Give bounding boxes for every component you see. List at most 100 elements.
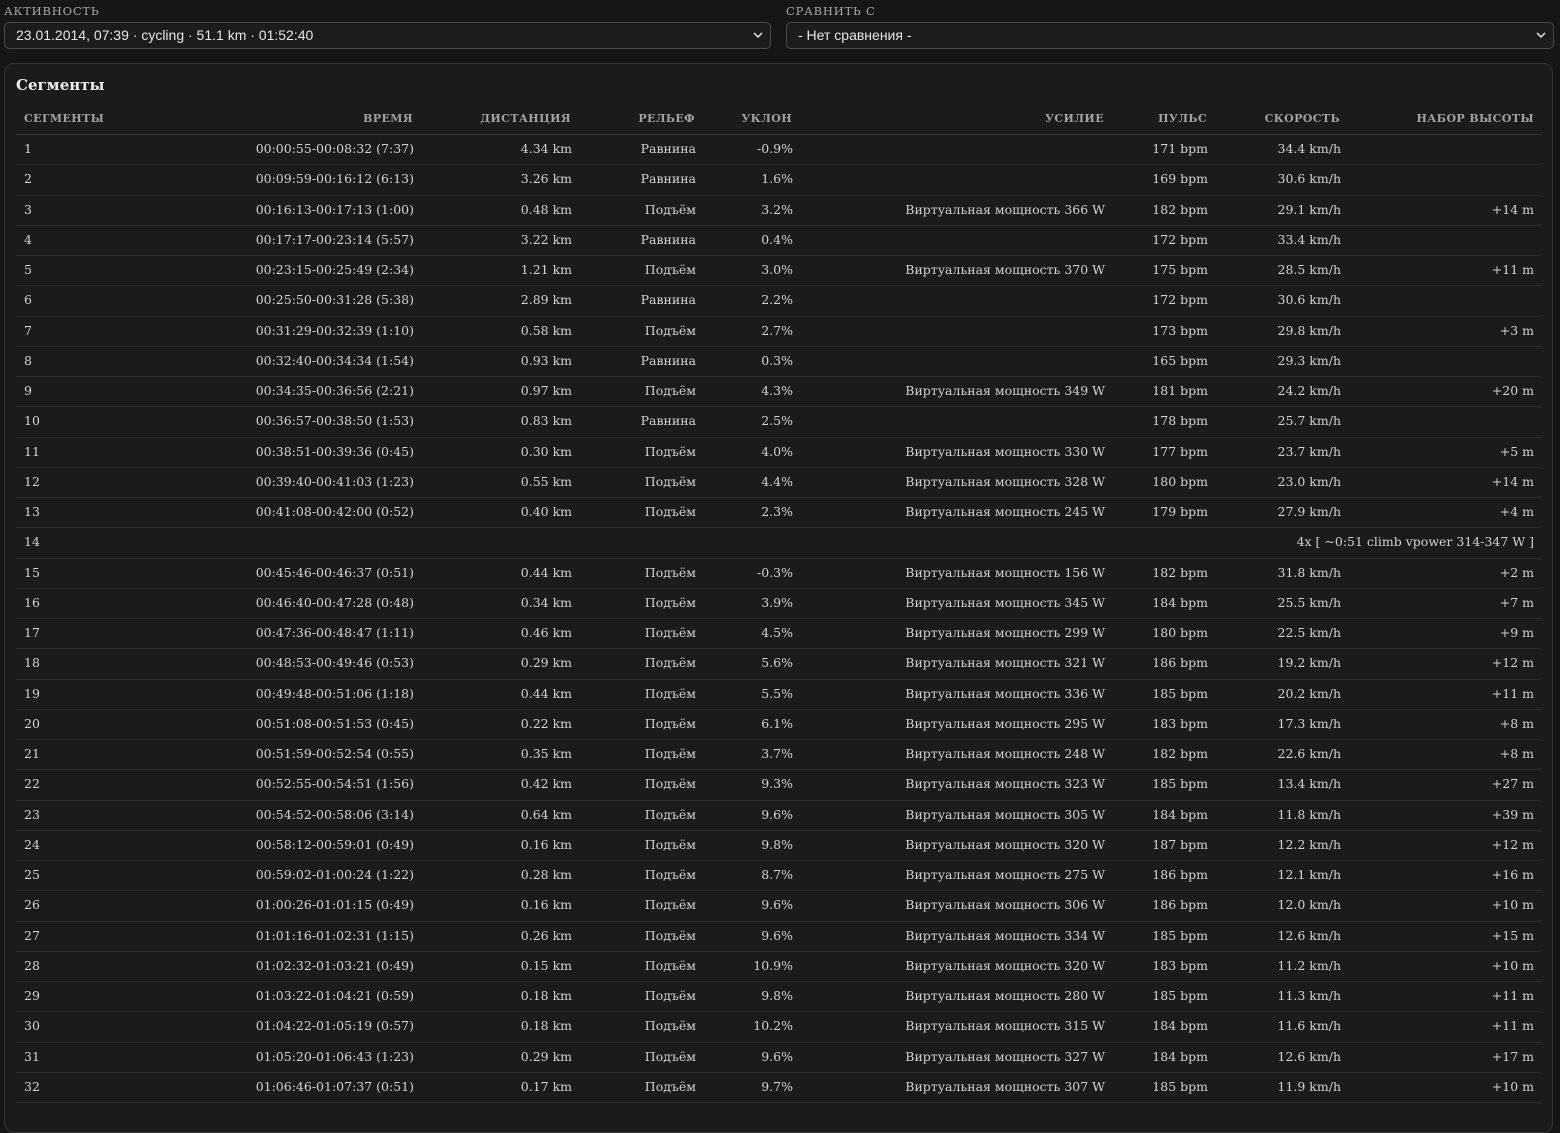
cell-elevation-gain: +10 m	[1491, 897, 1534, 913]
cell-grade: 3.2%	[761, 201, 793, 217]
cell-speed: 20.2 km/h	[1277, 685, 1342, 701]
top-bar: АКТИВНОСТЬ 23.01.2014, 07:39 · cycling ·…	[0, 0, 1560, 60]
cell-speed: 23.0 km/h	[1277, 473, 1342, 489]
cell-elevation-gain: +2 m	[1499, 564, 1534, 580]
cell-time: 00:41:08-00:42:00 (0:52)	[255, 504, 414, 519]
cell-effort: Виртуальная мощность 323 W	[905, 776, 1105, 792]
cell-heart-rate: 186 bpm	[1152, 867, 1208, 882]
cell-terrain: Подъём	[644, 1078, 696, 1094]
cell-terrain: Подъём	[644, 504, 696, 519]
table-row[interactable]: 16 00:46:40-00:47:28 (0:48) 0.34 km Подъём 3…	[16, 589, 1542, 619]
cell-heart-rate: 171 bpm	[1152, 141, 1208, 156]
cell-terrain: Подъём	[644, 1018, 696, 1034]
cell-terrain: Подъём	[644, 806, 696, 822]
table-row[interactable]: 20 00:51:08-00:51:53 (0:45) 0.22 km Подъём 6…	[16, 710, 1542, 740]
table-row[interactable]: 14 4x [ ~0:51 climb vpower 314-347 W ]	[16, 528, 1542, 559]
table-row[interactable]: 25 00:59:02-01:00:24 (1:22) 0.28 km Подъём 8…	[16, 861, 1542, 892]
cell-terrain: Равнина	[640, 141, 696, 156]
cell-elevation-gain: +9 m	[1499, 625, 1534, 640]
table-row[interactable]: 30 01:04:22-01:05:19 (0:57) 0.18 km Подъём 1…	[16, 1012, 1542, 1043]
cell-grade: 4.4%	[761, 473, 793, 489]
table-row[interactable]: 22 00:52:55-00:54:51 (1:56) 0.42 km Подъём 9…	[16, 770, 1542, 801]
cell-distance: 0.30 km	[520, 443, 572, 459]
cell-grade: 10.9%	[753, 957, 793, 973]
cell-effort: Виртуальная мощность 366 W	[905, 201, 1105, 217]
cell-heart-rate: 172 bpm	[1152, 231, 1208, 247]
cell-grade: 9.6%	[761, 806, 793, 822]
table-row[interactable]: 12 00:39:40-00:41:03 (1:23) 0.55 km Подъём 4…	[16, 468, 1542, 498]
cell-speed: 24.2 km/h	[1277, 383, 1342, 398]
cell-terrain: Подъём	[644, 988, 696, 1003]
compare-select[interactable]: - Нет сравнения -	[786, 22, 1554, 49]
cell-grade: 1.6%	[761, 171, 793, 187]
activity-select[interactable]: 23.01.2014, 07:39 · cycling · 51.1 km · …	[4, 22, 771, 49]
cell-segment-number: 29	[24, 988, 40, 1003]
table-row[interactable]: 21 00:51:59-00:52:54 (0:55) 0.35 km Подъём 3…	[16, 740, 1542, 771]
col-header-distance: ДИСТАНЦИЯ	[480, 112, 571, 125]
table-row[interactable]: 27 01:01:16-01:02:31 (1:15) 0.26 km Подъём 9…	[16, 922, 1542, 952]
cell-terrain: Подъём	[644, 776, 696, 792]
cell-elevation-gain: +3 m	[1499, 322, 1534, 338]
cell-distance: 0.93 km	[520, 352, 572, 368]
cell-time: 00:45:46-00:46:37 (0:51)	[255, 564, 414, 580]
cell-terrain: Подъём	[644, 927, 696, 943]
cell-effort: Виртуальная мощность 315 W	[905, 1018, 1105, 1034]
cell-terrain: Подъём	[644, 564, 696, 580]
table-row[interactable]: 1 00:00:55-00:08:32 (7:37) 4.34 km Равнина -…	[16, 135, 1542, 166]
cell-speed: 11.2 km/h	[1277, 957, 1342, 973]
cell-speed: 33.4 km/h	[1277, 231, 1342, 247]
cell-terrain: Подъём	[644, 625, 696, 640]
cell-terrain: Подъём	[644, 201, 696, 217]
table-row[interactable]: 17 00:47:36-00:48:47 (1:11) 0.46 km Подъём 4…	[16, 619, 1542, 650]
cell-speed: 13.4 km/h	[1277, 776, 1342, 792]
table-row[interactable]: 6 00:25:50-00:31:28 (5:38) 2.89 km Равнина 2…	[16, 286, 1542, 317]
table-row[interactable]: 23 00:54:52-00:58:06 (3:14) 0.64 km Подъём 9…	[16, 801, 1542, 831]
table-row[interactable]: 4 00:17:17-00:23:14 (5:57) 3.22 km Равнина 0…	[16, 226, 1542, 256]
cell-time: 01:03:22-01:04:21 (0:59)	[255, 988, 414, 1003]
table-row[interactable]: 3 00:16:13-00:17:13 (1:00) 0.48 km Подъём 3.…	[16, 196, 1542, 226]
table-row[interactable]: 28 01:02:32-01:03:21 (0:49) 0.15 km Подъём 1…	[16, 952, 1542, 982]
cell-effort: Виртуальная мощность 307 W	[905, 1078, 1105, 1094]
table-row[interactable]: 7 00:31:29-00:32:39 (1:10) 0.58 km Подъём 2.…	[16, 317, 1542, 347]
table-row[interactable]: 29 01:03:22-01:04:21 (0:59) 0.18 km Подъём 9…	[16, 982, 1542, 1013]
table-row[interactable]: 32 01:06:46-01:07:37 (0:51) 0.17 km Подъём 9…	[16, 1073, 1542, 1103]
table-row[interactable]: 18 00:48:53-00:49:46 (0:53) 0.29 km Подъём 5…	[16, 649, 1542, 680]
cell-elevation-gain: +8 m	[1499, 746, 1534, 761]
table-row[interactable]: 31 01:05:20-01:06:43 (1:23) 0.29 km Подъём 9…	[16, 1043, 1542, 1073]
table-row[interactable]: 11 00:38:51-00:39:36 (0:45) 0.30 km Подъём 4…	[16, 438, 1542, 468]
cell-time: 01:02:32-01:03:21 (0:49)	[255, 957, 414, 973]
cell-time: 00:00:55-00:08:32 (7:37)	[255, 141, 414, 156]
cell-segment-number: 19	[24, 685, 40, 701]
table-row[interactable]: 5 00:23:15-00:25:49 (2:34) 1.21 km Подъём 3.…	[16, 256, 1542, 287]
table-row[interactable]: 15 00:45:46-00:46:37 (0:51) 0.44 km Подъём -…	[16, 559, 1542, 589]
table-row[interactable]: 19 00:49:48-00:51:06 (1:18) 0.44 km Подъём 5…	[16, 680, 1542, 710]
cell-time: 00:31:29-00:32:39 (1:10)	[255, 322, 414, 338]
cell-elevation-gain: +16 m	[1491, 867, 1534, 882]
cell-segment-number: 6	[24, 292, 32, 308]
cell-distance: 0.40 km	[520, 504, 572, 519]
cell-elevation-gain: +12 m	[1491, 655, 1534, 671]
cell-speed: 12.1 km/h	[1277, 867, 1342, 882]
cell-elevation-gain: +11 m	[1491, 1018, 1534, 1034]
cell-segment-number: 7	[24, 322, 32, 338]
cell-distance: 0.83 km	[520, 413, 572, 429]
cell-segment-number: 25	[24, 867, 40, 882]
cell-heart-rate: 185 bpm	[1152, 685, 1208, 701]
table-row[interactable]: 26 01:00:26-01:01:15 (0:49) 0.16 km Подъём 9…	[16, 891, 1542, 922]
segments-title: Сегменты	[16, 76, 105, 94]
cell-distance: 0.29 km	[520, 655, 572, 671]
cell-time: 00:47:36-00:48:47 (1:11)	[255, 625, 414, 640]
cell-time: 00:23:15-00:25:49 (2:34)	[255, 262, 414, 277]
cell-distance: 1.21 km	[520, 262, 572, 277]
table-row[interactable]: 10 00:36:57-00:38:50 (1:53) 0.83 km Равнина…	[16, 407, 1542, 438]
cell-terrain: Равнина	[640, 292, 696, 308]
table-row[interactable]: 2 00:09:59-00:16:12 (6:13) 3.26 km Равнина 1…	[16, 165, 1542, 196]
table-row[interactable]: 24 00:58:12-00:59:01 (0:49) 0.16 km Подъём 9…	[16, 831, 1542, 861]
table-row[interactable]: 9 00:34:35-00:36:56 (2:21) 0.97 km Подъём 4.…	[16, 377, 1542, 408]
cell-segment-number: 11	[24, 443, 40, 459]
table-row[interactable]: 8 00:32:40-00:34:34 (1:54) 0.93 km Равнина 0…	[16, 347, 1542, 377]
cell-elevation-gain: +11 m	[1491, 262, 1534, 277]
table-row[interactable]: 13 00:41:08-00:42:00 (0:52) 0.40 km Подъём 2…	[16, 498, 1542, 529]
cell-segment-number: 22	[24, 776, 40, 792]
cell-heart-rate: 179 bpm	[1152, 504, 1208, 519]
